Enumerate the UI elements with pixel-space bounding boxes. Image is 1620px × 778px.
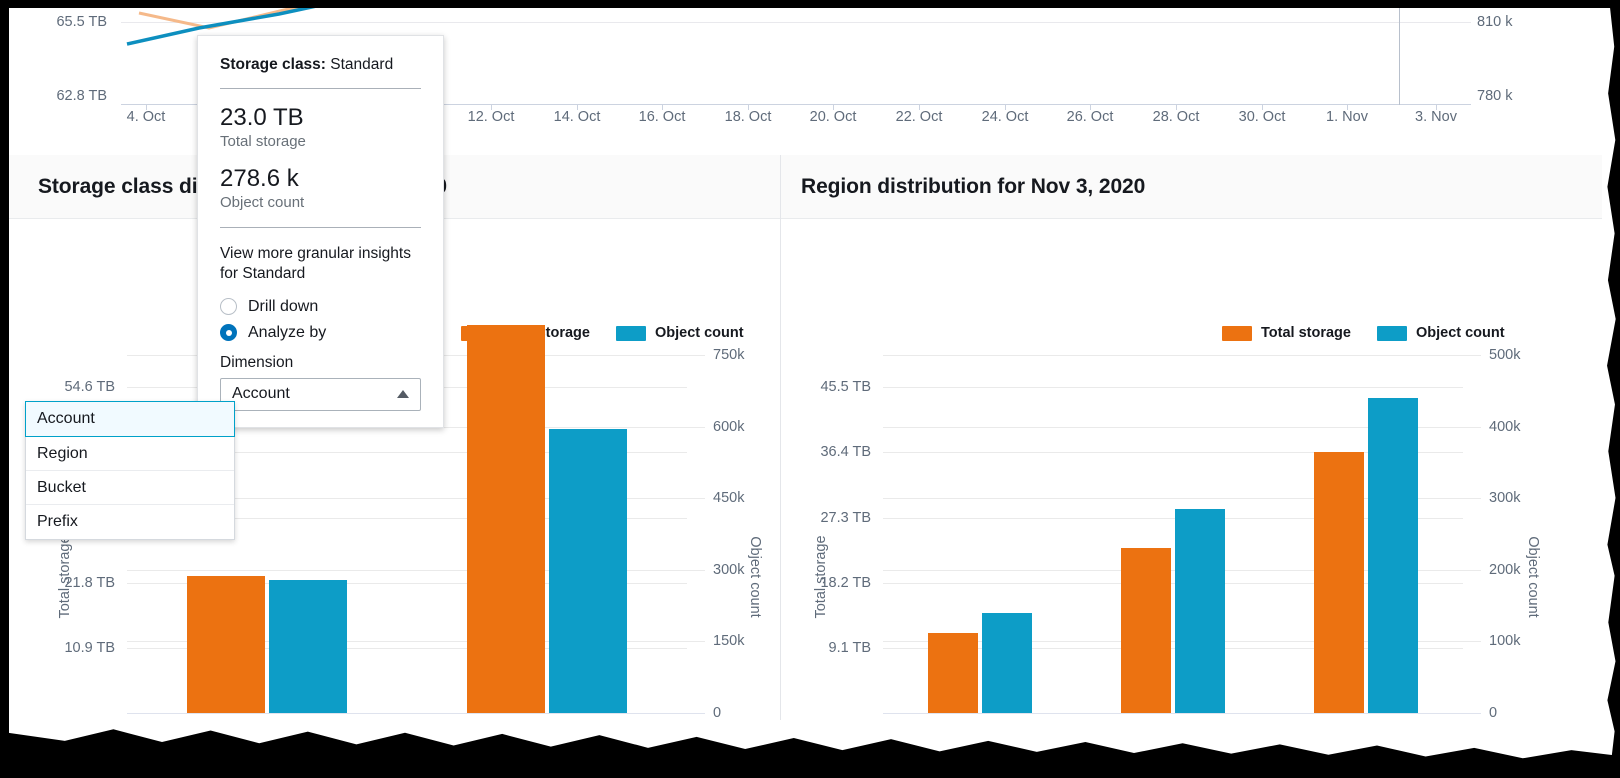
region-plot-area: 9.1 TB 18.2 TB 27.3 TB 36.4 TB 45.5 TB 0 100k 2…: [820, 347, 1520, 720]
storage-class-tooltip-popover[interactable]: Storage class: Standard 23.0 TB Total st…: [197, 35, 444, 428]
region-panel-header: Region distribution for Nov 3, 2020: [781, 155, 1602, 219]
y-axis-right-tick-label: 750k: [713, 347, 745, 363]
y-axis-left-tick-label: 21.8 TB: [64, 574, 115, 591]
trend-x-tick-label: 3. Nov: [1415, 109, 1457, 125]
y-axis-right-tick-label: 600k: [713, 418, 745, 435]
y-axis-left-tick-label: 10.9 TB: [64, 639, 115, 656]
dimension-option-prefix[interactable]: Prefix: [26, 505, 234, 539]
y-axis-right-tick-label: 400k: [1489, 418, 1521, 435]
legend-item-object-count[interactable]: Object count: [615, 325, 744, 341]
dimension-option-bucket[interactable]: Bucket: [26, 471, 234, 505]
legend-item-total-storage[interactable]: Total storage: [1222, 325, 1351, 341]
legend-swatch-object-count: [615, 325, 646, 341]
y-axis-left-tick-label: 18.2 TB: [820, 574, 871, 591]
popover-divider-bottom: [220, 226, 421, 228]
y-axis-right-tick-label: 0: [1489, 705, 1498, 720]
bar-object-count[interactable]: [981, 612, 1032, 713]
dimension-option-region[interactable]: Region: [26, 437, 234, 471]
popover-metric-object-count: 278.6 k Object count: [220, 164, 421, 211]
trend-x-tick-label: 20. Oct: [809, 109, 857, 125]
radio-drill-down-icon[interactable]: [220, 298, 237, 316]
radio-option-drill-down[interactable]: Drill down: [220, 298, 421, 316]
dimension-select-value: Account: [232, 385, 290, 403]
radio-label-analyze-by: Analyze by: [248, 323, 327, 341]
region-y-right-title: Object count: [1525, 536, 1541, 618]
dimension-option-account[interactable]: Account: [25, 401, 235, 437]
trend-x-tick-label: 12. Oct: [467, 109, 515, 125]
x-axis-line: [127, 713, 705, 714]
bar-total-storage[interactable]: [1121, 548, 1171, 713]
y-axis-right-tick-label: 450k: [713, 490, 745, 507]
legend-label-object-count: Object count: [1415, 325, 1505, 341]
region-legend: Total storage Object count: [1222, 325, 1505, 341]
border-bottom: [0, 729, 1620, 778]
trend-x-tick-label: 22. Oct: [895, 109, 943, 125]
radio-option-analyze-by[interactable]: Analyze by: [220, 324, 421, 342]
y-axis-right-tick-label: 0: [713, 705, 722, 720]
chevron-up-icon[interactable]: [397, 390, 409, 399]
bar-total-storage[interactable]: [927, 632, 978, 713]
region-y-left-title: Total storage: [813, 535, 829, 619]
popover-divider-top: [220, 88, 421, 89]
chart-gridline-right: [883, 355, 1481, 356]
y-axis-right-tick-label: 500k: [1489, 347, 1521, 363]
chart-gridline: [883, 387, 1463, 389]
legend-item-object-count[interactable]: Object count: [1376, 325, 1505, 341]
y-axis-left-tick-label: 9.1 TB: [828, 639, 871, 656]
region-distribution-panel: Region distribution for Nov 3, 2020 Tota…: [781, 155, 1602, 720]
border-right: [1602, 0, 1620, 778]
screenshot-page: 65.5 TB 62.8 TB 810 k 780 k 4. Oct 12. Oc…: [9, 8, 1602, 720]
bar-object-count[interactable]: [269, 580, 347, 713]
trend-x-tick-label: 16. Oct: [638, 109, 686, 125]
dimension-select-menu[interactable]: Account Region Bucket Prefix: [25, 401, 235, 540]
trend-x-tick-label: 28. Oct: [1152, 109, 1200, 125]
border-top: [0, 0, 1620, 8]
dimension-field-label: Dimension: [220, 353, 294, 371]
y-axis-left-tick-label: 45.5 TB: [820, 379, 871, 396]
bar-object-count[interactable]: [1175, 508, 1225, 713]
popover-metric-total-storage: 23.0 TB Total storage: [220, 104, 421, 150]
y-axis-right-tick-label: 200k: [1489, 561, 1521, 578]
storage-class-y-right-title: Object count: [747, 536, 763, 618]
radio-label-drill-down: Drill down: [248, 297, 319, 315]
popover-metric-label: Object count: [220, 193, 305, 211]
trend-x-tick-label: 1. Nov: [1326, 109, 1368, 125]
border-left: [0, 0, 9, 778]
y-axis-left-tick-label: 27.3 TB: [820, 509, 871, 526]
legend-label-total-storage: Total storage: [1261, 325, 1351, 341]
bar-total-storage[interactable]: [187, 575, 265, 713]
trend-x-tick-label: 4. Oct: [126, 109, 166, 125]
popover-title-label: Storage class:: [220, 56, 326, 73]
region-panel-body: Total storage Object count 9.1 TB 18.2 TB…: [781, 219, 1602, 720]
trend-x-tick-label: 24. Oct: [981, 109, 1029, 125]
popover-title-value: Standard: [330, 56, 394, 73]
trend-x-tick-label: 14. Oct: [553, 109, 601, 125]
legend-swatch-total-storage: [1222, 325, 1252, 341]
bar-total-storage[interactable]: [467, 325, 545, 713]
y-axis-left-tick-label: 36.4 TB: [820, 444, 871, 461]
bar-object-count[interactable]: [1368, 397, 1419, 713]
bar-object-count[interactable]: [549, 429, 627, 713]
popover-title: Storage class: Standard: [220, 56, 421, 74]
dimension-select[interactable]: Account: [220, 377, 421, 411]
x-axis-line: [883, 713, 1481, 714]
trend-hover-cursor: [1399, 8, 1400, 105]
trend-x-tick-label: 18. Oct: [724, 109, 772, 125]
popover-metric-label: Total storage: [220, 132, 306, 150]
legend-swatch-object-count: [1376, 325, 1407, 341]
bar-total-storage[interactable]: [1314, 452, 1365, 713]
y-axis-left-tick-label: 54.6 TB: [64, 379, 115, 396]
region-panel-title: Region distribution for Nov 3, 2020: [801, 174, 1146, 198]
popover-metric-value: 23.0 TB: [220, 104, 304, 131]
legend-label-object-count: Object count: [654, 325, 744, 341]
popover-metric-value: 278.6 k: [220, 164, 299, 192]
radio-analyze-by-icon[interactable]: [220, 324, 237, 342]
trend-x-tick-label: 30. Oct: [1238, 109, 1286, 125]
y-axis-right-tick-label: 300k: [1489, 490, 1521, 507]
trend-x-tick-label: 26. Oct: [1066, 109, 1114, 125]
popover-prompt-text: View more granular insights for Standard: [220, 244, 411, 283]
y-axis-right-tick-label: 100k: [1489, 633, 1521, 650]
